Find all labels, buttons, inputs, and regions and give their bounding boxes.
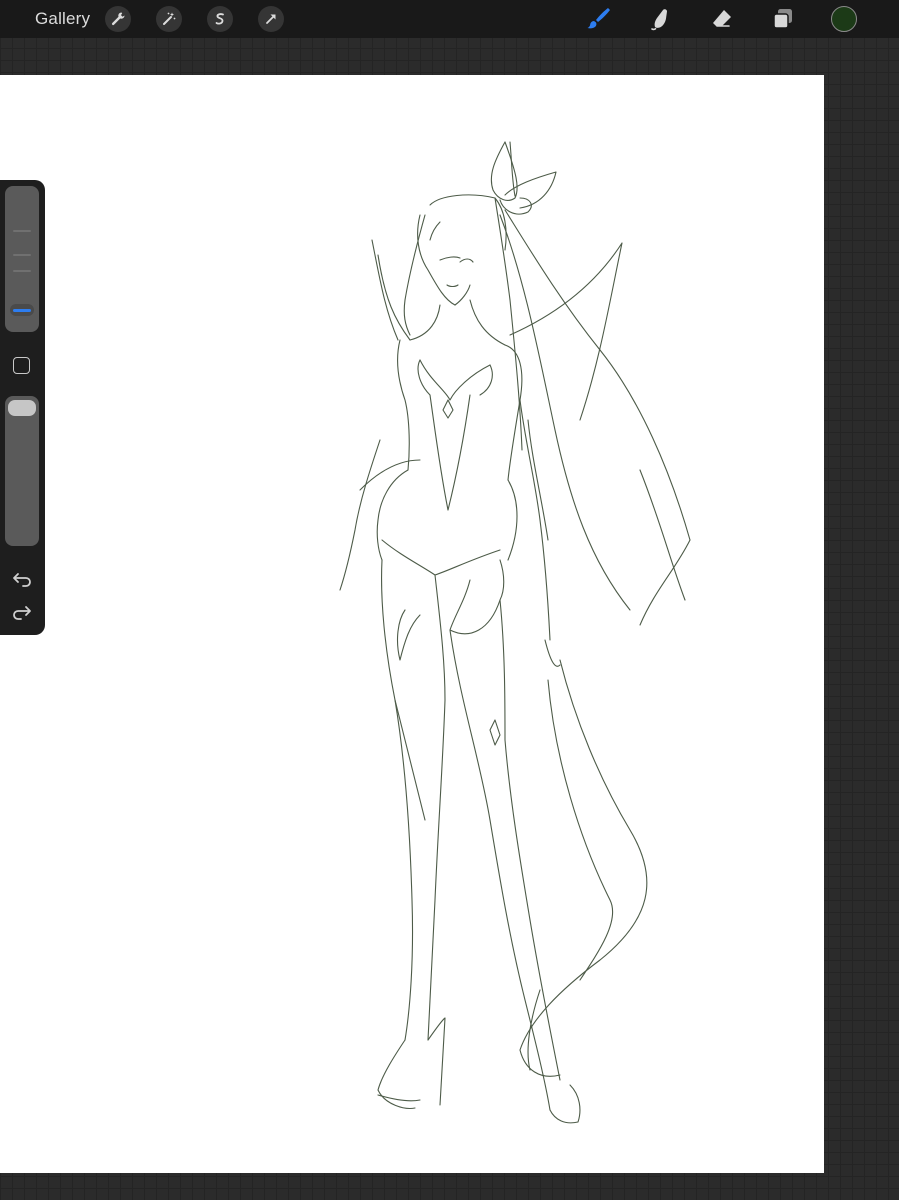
brush-tool-button[interactable] — [584, 5, 612, 33]
redo-icon — [13, 606, 31, 620]
brush-size-thumb[interactable] — [10, 304, 34, 316]
undo-icon — [13, 573, 31, 587]
undo-button[interactable] — [11, 566, 33, 588]
brush-size-slider[interactable] — [5, 186, 39, 332]
drawing-canvas[interactable] — [0, 75, 824, 1173]
modify-square-icon[interactable] — [13, 357, 30, 374]
slider-tick — [13, 270, 31, 272]
selection-button[interactable] — [207, 6, 233, 32]
sketch-drawing — [339, 141, 691, 1124]
selection-icon — [215, 13, 224, 25]
opacity-thumb[interactable] — [8, 400, 36, 416]
brush-icon — [587, 8, 610, 29]
smudge-tool-button[interactable] — [646, 5, 674, 33]
eraser-tool-button[interactable] — [708, 5, 736, 33]
smudge-icon — [651, 9, 667, 31]
adjustments-button[interactable] — [156, 6, 182, 32]
left-sidebar — [0, 180, 45, 635]
slider-tick — [13, 254, 31, 256]
color-picker-button[interactable] — [831, 6, 857, 32]
layers-button[interactable] — [769, 5, 797, 33]
opacity-slider[interactable] — [5, 396, 39, 546]
actions-button[interactable] — [105, 6, 131, 32]
magic-wand-icon — [163, 12, 176, 25]
slider-tick — [13, 230, 31, 232]
gallery-button[interactable]: Gallery — [35, 9, 90, 29]
redo-button[interactable] — [11, 601, 33, 623]
top-toolbar: Gallery — [0, 0, 899, 38]
transform-button[interactable] — [258, 6, 284, 32]
layers-icon — [773, 9, 792, 29]
eraser-icon — [713, 10, 731, 27]
wrench-icon — [111, 12, 125, 26]
transform-arrow-icon — [266, 14, 276, 24]
